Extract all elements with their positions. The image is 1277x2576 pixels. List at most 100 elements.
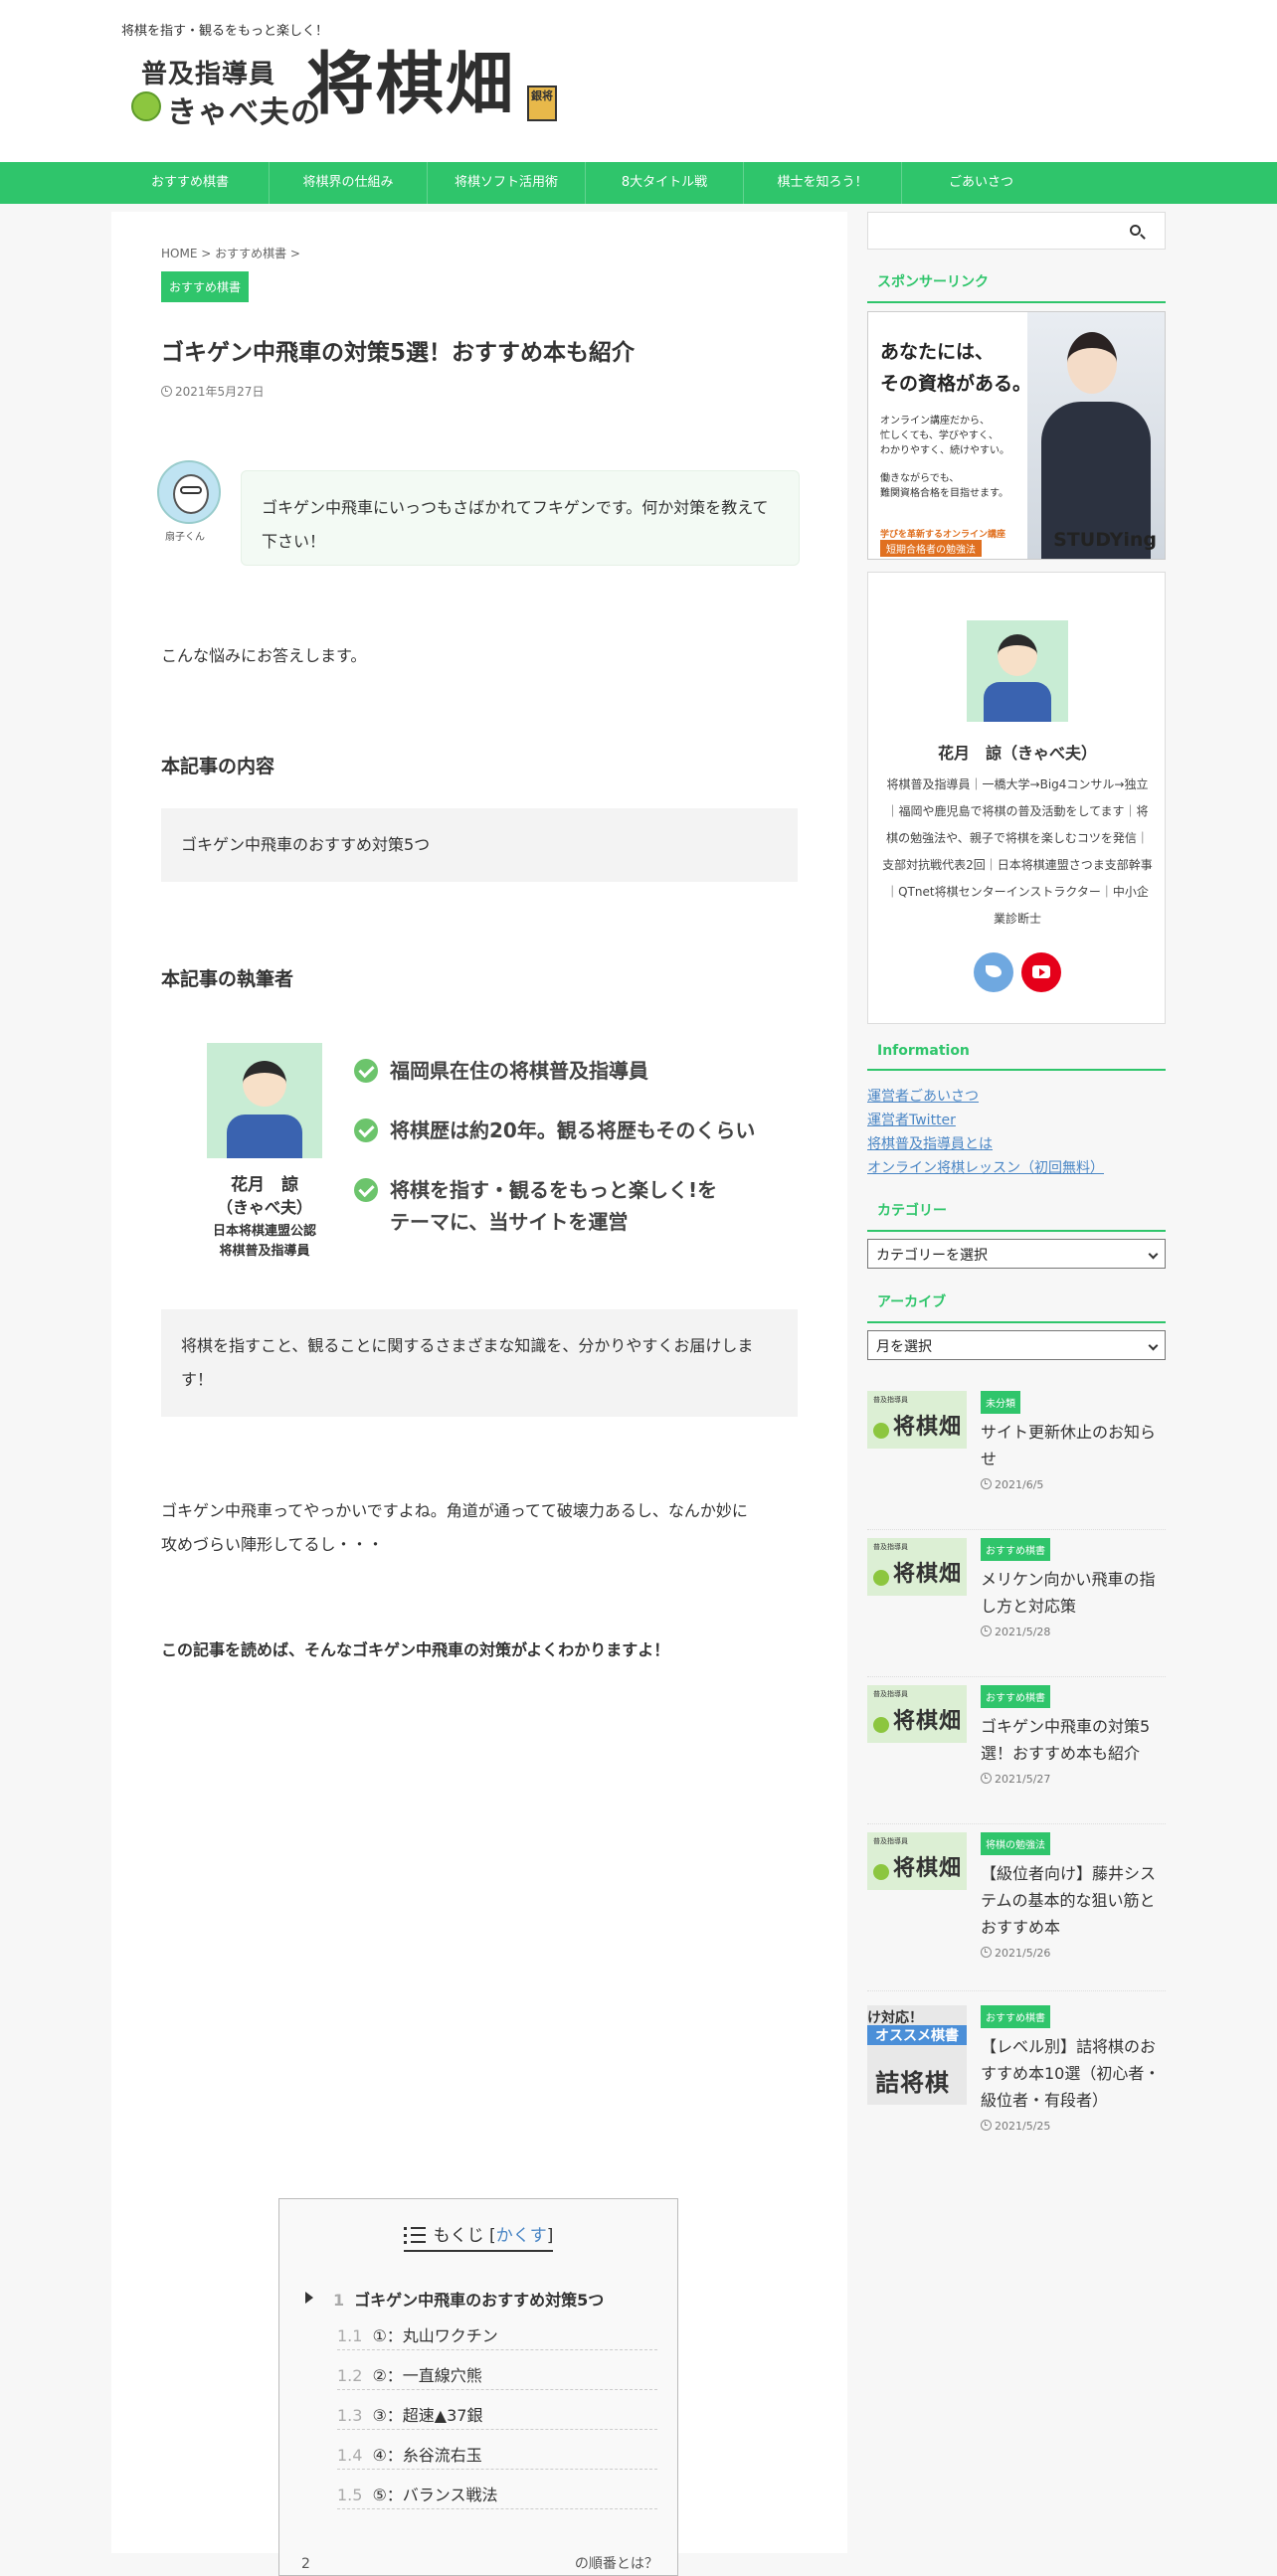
content-heading: 本記事の内容: [161, 756, 275, 777]
toc-subitem[interactable]: 1.2 ②：一直線穴熊: [337, 2362, 657, 2390]
recent-date: 2021/6/5: [981, 1478, 1043, 1491]
logo-line1: 普及指導員: [141, 60, 276, 89]
profile-card: 花月 諒（きゃべ夫） 将棋普及指導員｜一橋大学→Big4コンサル→独立｜福岡や鹿…: [867, 572, 1166, 1024]
clock-icon: [981, 2120, 992, 2131]
recent-post[interactable]: け対応！ オススメ棋書 詰将棋 おすすめ棋書 【レベル別】詰将棋のおすすめ本10…: [867, 2005, 1166, 2164]
sponsor-heading: スポンサーリンク: [867, 271, 1166, 303]
nav-item-title-matches[interactable]: 8大タイトル戦: [586, 162, 744, 204]
recent-category: おすすめ棋書: [981, 1538, 1050, 1561]
recent-thumbnail[interactable]: 普及指導員 将棋畑: [867, 1538, 967, 1596]
recent-category: おすすめ棋書: [981, 1685, 1050, 1708]
profile-bio: 将棋普及指導員｜一橋大学→Big4コンサル→独立｜福岡や鹿児島で将棋の普及活動を…: [882, 777, 1153, 926]
list-icon: [403, 2226, 426, 2244]
info-link[interactable]: 運営者ごあいさつ: [867, 1085, 1166, 1109]
recent-title[interactable]: メリケン向かい飛車の指し方と対応策: [981, 1566, 1166, 1620]
clock-icon: [981, 1478, 992, 1489]
body-paragraph: ゴキゲン中飛車ってやっかいですよね。角道が通ってて破壊力あるし、なんか妙に 攻め…: [161, 1501, 748, 1554]
author-title1: 日本将棋連盟公認: [212, 1224, 316, 1239]
check-row: 将棋を指す・観るをもっと楽しく!を テーマに、当サイトを運営: [354, 1174, 717, 1238]
info-link[interactable]: オンライン将棋レッスン（初回無料）: [867, 1156, 1166, 1180]
category-select[interactable]: カテゴリーを選択: [867, 1239, 1166, 1269]
ad-person-image: [1027, 312, 1165, 559]
author-kana: （きゃべ夫）: [216, 1198, 312, 1217]
toc-subitem[interactable]: 1.5 ⑤：バランス戦法: [337, 2482, 657, 2509]
archive-heading: アーカイブ: [867, 1291, 1166, 1323]
author-title2: 将棋普及指導員: [219, 1244, 310, 1259]
article-main: HOME > おすすめ棋書 > おすすめ棋書 ゴキゲン中飛車の対策5選！おすすめ…: [111, 212, 847, 2576]
ad-subtext: 働きながらでも、 難関資格合格を目指せます。: [880, 473, 1008, 499]
ad-subtext: オンライン講座だから、 忙しくても、学びやすく、 わかりやすく、続けやすい。: [880, 416, 1009, 456]
logo-title: 将棋畑: [306, 46, 516, 124]
category-badge[interactable]: おすすめ棋書: [161, 271, 250, 302]
check-icon: [354, 1118, 378, 1142]
toc-subitem[interactable]: 1.3 ③：超速▲37銀: [337, 2402, 657, 2430]
site-tagline: 将棋を指す・観るをもっと楽しく！: [121, 24, 329, 39]
site-logo[interactable]: 普及指導員 きゃべ夫の 将棋畑 銀将: [131, 48, 557, 131]
info-link[interactable]: 運営者Twitter: [867, 1109, 1166, 1132]
info-links: 運営者ごあいさつ 運営者Twitter 将棋普及指導員とは オンライン将棋レッス…: [867, 1085, 1166, 1180]
recent-post[interactable]: 普及指導員 将棋畑 未分類 サイト更新休止のお知らせ 2021/6/5: [867, 1391, 1166, 1530]
category-heading: カテゴリー: [867, 1200, 1166, 1232]
toc-item[interactable]: 2 の順番とは？: [301, 2553, 658, 2573]
site-header: 将棋を指す・観るをもっと楽しく！ 普及指導員 きゃべ夫の 将棋畑 銀将: [0, 0, 1277, 162]
toc-subitem[interactable]: 1.4 ④：糸谷流右玉: [337, 2442, 657, 2470]
profile-name: 花月 諒（きゃべ夫）: [937, 744, 1097, 763]
speech-name: 扇子くん: [165, 532, 205, 543]
recent-title[interactable]: 【レベル別】詰将棋のおすすめ本10選（初心者・級位者・有段者）: [981, 2033, 1166, 2114]
youtube-icon[interactable]: [1021, 952, 1061, 992]
search-input[interactable]: [867, 212, 1166, 250]
table-of-contents: もくじ [かくす] 1 ゴキゲン中飛車のおすすめ対策5つ 1.1 ①：丸山ワクチン …: [278, 2198, 678, 2576]
recent-post[interactable]: 普及指導員 将棋畑 将棋の勉強法 【級位者向け】藤井システムの基本的な狙い筋とおす…: [867, 1832, 1166, 1991]
check-row: 福岡県在住の将棋普及指導員: [354, 1055, 648, 1087]
breadcrumb[interactable]: HOME > おすすめ棋書 >: [161, 245, 300, 261]
toc-hide-link[interactable]: かくす: [496, 2226, 547, 2246]
recent-post[interactable]: 普及指導員 将棋畑 おすすめ棋書 メリケン向かい飛車の指し方と対応策 2021/5…: [867, 1538, 1166, 1677]
chevron-down-icon: [1148, 1340, 1159, 1351]
recent-title[interactable]: ゴキゲン中飛車の対策5選！おすすめ本も紹介: [981, 1713, 1166, 1767]
logo-stamp: 銀将: [527, 86, 557, 121]
recent-date: 2021/5/28: [981, 1626, 1050, 1638]
clock-icon: [981, 1626, 992, 1636]
search-icon[interactable]: [1130, 225, 1141, 236]
chevron-down-icon: [1148, 1249, 1159, 1260]
check-icon: [354, 1178, 378, 1202]
ad-banner[interactable]: あなたには、 その資格がある。 オンライン講座だから、 忙しくても、学びやすく、…: [867, 311, 1166, 560]
check-row: 将棋歴は約20年。観る将歴もそのくらい: [354, 1115, 755, 1146]
toc-title: もくじ: [433, 2226, 484, 2246]
logo-line2: きゃべ夫の: [167, 95, 321, 130]
recent-thumbnail[interactable]: 普及指導員 将棋畑: [867, 1685, 967, 1743]
recent-category: 将棋の勉強法: [981, 1832, 1050, 1855]
author-description-box: 将棋を指すこと、観ることに関するさまざまな知識を、分かりやすくお届けします！: [161, 1309, 798, 1417]
nav-item-recommended-books[interactable]: おすすめ棋書: [111, 162, 270, 204]
recent-title[interactable]: 【級位者向け】藤井システムの基本的な狙い筋とおすすめ本: [981, 1860, 1166, 1941]
nav-item-shogi-system[interactable]: 将棋界の仕組み: [270, 162, 428, 204]
author-heading: 本記事の執筆者: [161, 968, 294, 990]
archive-select[interactable]: 月を選択: [867, 1330, 1166, 1360]
nav-item-players[interactable]: 棋士を知ろう！: [744, 162, 902, 204]
avatar: [157, 460, 221, 524]
cabbage-icon: [131, 91, 161, 121]
toc-item[interactable]: 1 ゴキゲン中飛車のおすすめ対策5つ: [333, 2287, 604, 2311]
recent-thumbnail[interactable]: け対応！ オススメ棋書 詰将棋: [867, 2005, 967, 2105]
info-heading: Information: [867, 1043, 1166, 1071]
check-icon: [354, 1059, 378, 1083]
nav-item-greeting[interactable]: ごあいさつ: [902, 162, 1060, 204]
recent-thumbnail[interactable]: 普及指導員 将棋畑: [867, 1391, 967, 1449]
toc-subitem[interactable]: 1.1 ①：丸山ワクチン: [337, 2322, 657, 2350]
global-nav: おすすめ棋書 将棋界の仕組み 将棋ソフト活用術 8大タイトル戦 棋士を知ろう！ …: [0, 162, 1277, 204]
recent-title[interactable]: サイト更新休止のお知らせ: [981, 1419, 1166, 1472]
recent-post[interactable]: 普及指導員 将棋畑 おすすめ棋書 ゴキゲン中飛車の対策5選！おすすめ本も紹介 20…: [867, 1685, 1166, 1824]
recent-date: 2021/5/27: [981, 1773, 1050, 1786]
body-paragraph-bold: この記事を読めば、そんなゴキゲン中飛車の対策がよくわかりますよ！: [161, 1640, 670, 1659]
ad-headline: あなたには、 その資格がある。: [880, 341, 1032, 395]
info-link[interactable]: 将棋普及指導員とは: [867, 1132, 1166, 1156]
expand-triangle-icon[interactable]: [305, 2292, 313, 2304]
speech-text: ゴキゲン中飛車にいっつもさばかれてフキゲンです。何か対策を教えて下さい！: [241, 470, 800, 566]
nav-item-shogi-software[interactable]: 将棋ソフト活用術: [428, 162, 586, 204]
recent-date: 2021/5/25: [981, 2120, 1050, 2133]
twitter-icon[interactable]: [974, 952, 1013, 992]
ad-footer: 短期合格者の勉強法: [880, 540, 982, 557]
recent-thumbnail[interactable]: 普及指導員 将棋畑: [867, 1832, 967, 1890]
page-title: ゴキゲン中飛車の対策5選！おすすめ本も紹介: [161, 340, 636, 366]
ad-footer: 学びを革新するオンライン講座: [880, 530, 1006, 540]
